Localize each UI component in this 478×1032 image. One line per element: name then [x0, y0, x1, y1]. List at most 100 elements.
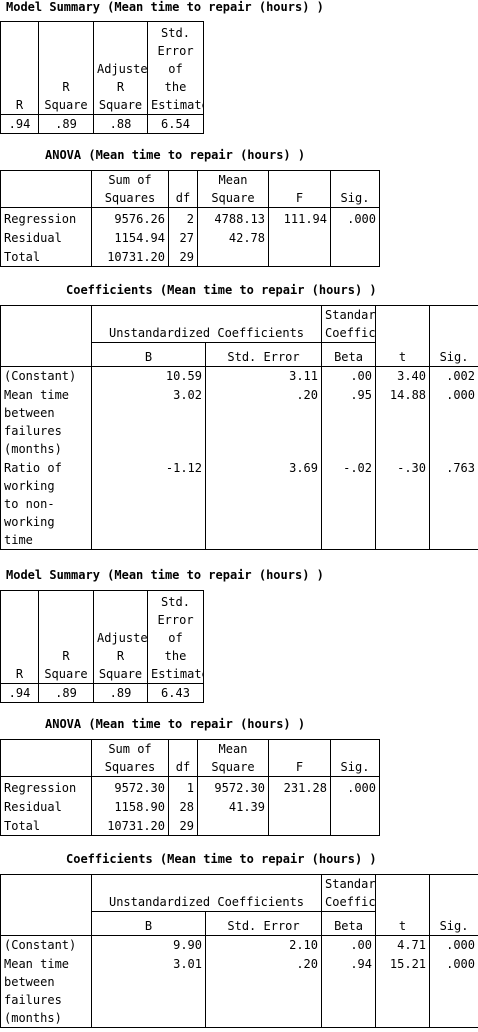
cell-df: 2 [168, 207, 198, 228]
cell-t: 3.40 [375, 366, 430, 386]
cell-df: 27 [168, 227, 198, 247]
cell-r-square: .89 [38, 683, 94, 703]
cell-df: 29 [168, 815, 198, 836]
header-f: F [268, 739, 331, 777]
cell-ms [197, 246, 269, 267]
header-sig: Sig. [429, 305, 478, 367]
cell-f [268, 227, 331, 247]
cell-t: -.30 [375, 458, 430, 550]
table-row: Mean time between failures (months) 3.02 .2… [1, 385, 478, 459]
cell-df: 1 [168, 776, 198, 797]
header-sig: Sig. [429, 874, 478, 936]
cell-f [268, 815, 331, 836]
header-df: df [168, 170, 198, 208]
cell-t: 4.71 [375, 935, 430, 955]
anova-corner [0, 739, 92, 777]
cell-ss: 1154.94 [91, 227, 169, 247]
cell-ms [197, 815, 269, 836]
cell-sig: .000 [330, 207, 380, 228]
table-row: (Constant) 9.90 2.10 .00 4.71 .000 [1, 935, 478, 955]
cell-se: 2.10 [204, 935, 322, 955]
row-label: Total [4, 819, 41, 833]
header-adjusted-r-square: AdjustedRSquare [93, 590, 148, 684]
cell-sig: .000 [330, 776, 380, 797]
coefficients-table-2: Unstandardized Coefficients Standardized… [0, 874, 478, 1028]
header-r-square: R Square [38, 21, 94, 115]
cell-sig [330, 796, 380, 816]
cell-se: .20 [204, 385, 322, 459]
cell-b: 3.01 [91, 954, 206, 1028]
anova-title-1: ANOVA (Mean time to repair (hours) ) [45, 148, 306, 162]
cell-ms: 4788.13 [197, 207, 269, 228]
header-sig: Sig. [330, 739, 380, 777]
row-label: Regression [4, 780, 77, 795]
cell-sig: .000 [429, 385, 478, 459]
cell-r: .94 [8, 686, 31, 700]
cell-beta: .95 [321, 385, 376, 459]
cell-b: -1.12 [91, 458, 206, 550]
header-std-error: Std. Error of the Estimate [147, 590, 204, 684]
cell-t: 15.21 [375, 954, 430, 1028]
cell-ms: 42.78 [197, 227, 269, 247]
cell-b: 3.02 [91, 385, 206, 459]
cell-beta: .94 [321, 954, 376, 1028]
cell-ss: 10731.20 [91, 246, 169, 267]
header-r: R [0, 21, 39, 115]
cell-sig: .763 [429, 458, 478, 550]
anova-table-2: Sum of Squares df Mean Square F Sig. Regre… [0, 739, 380, 836]
coefficients-title-2: Coefficients (Mean time to repair (hours… [66, 852, 377, 866]
row-label: (Constant) [4, 369, 77, 383]
row-label: Mean time between failures (months) [4, 956, 70, 1025]
header-unstandardized: Unstandardized Coefficients [90, 874, 322, 912]
cell-sig: .000 [429, 935, 478, 955]
header-df: df [168, 739, 198, 777]
row-label: Ratio of working to non-working time [4, 460, 62, 547]
coefficients-title-1: Coefficients (Mean time to repair (hours… [66, 283, 377, 297]
header-beta: Beta [321, 911, 376, 936]
cell-se: 3.69 [204, 458, 322, 550]
coef-corner [0, 874, 92, 936]
table-row: Total 10731.20 29 [1, 815, 380, 836]
header-t: t [375, 305, 430, 367]
cell-std-error: 6.43 [147, 683, 204, 703]
table-row: Regression 9572.30 1 9572.30 231.28 .000 [1, 776, 380, 797]
cell-f [268, 246, 331, 267]
cell-beta: .00 [321, 935, 376, 955]
header-std-error: Std. Error [204, 342, 322, 367]
row-label: Mean time between failures (months) [4, 387, 70, 456]
cell-ss: 9572.30 [91, 776, 169, 797]
cell-sig: .002 [429, 366, 478, 386]
model-summary-title-2: Model Summary (Mean time to repair (hour… [6, 568, 324, 582]
table-row: Mean time between failures (months) 3.01 .2… [1, 954, 478, 1028]
header-adjusted-r-square: AdjustedRSquare [93, 21, 148, 115]
header-f: F [268, 170, 331, 208]
cell-adjusted-r-square: .89 [93, 683, 148, 703]
header-r: R [0, 590, 39, 684]
cell-df: 29 [168, 246, 198, 267]
row-label: (Constant) [4, 938, 77, 952]
cell-f [268, 796, 331, 816]
table-row: Total 10731.20 29 [1, 246, 380, 267]
header-standardized: StandardizedCoefficients [321, 305, 376, 343]
row-label: Regression [4, 211, 77, 226]
header-sig: Sig. [330, 170, 380, 208]
anova-table-1: Sum of Squares df Mean Square F Sig. Regre… [0, 170, 380, 267]
cell-t: 14.88 [375, 385, 430, 459]
header-r-square: R Square [38, 590, 94, 684]
model-summary-table-2: R RSquare AdjustedRSquare Std.Errorofthe… [0, 590, 204, 703]
row-label: Total [4, 250, 41, 264]
cell-beta: -.02 [321, 458, 376, 550]
header-sum-of-squares: Sum of Squares [91, 739, 169, 777]
header-standardized: StandardizedCoefficients [321, 874, 376, 912]
cell-ss: 10731.20 [91, 815, 169, 836]
model-summary-title-1: Model Summary (Mean time to repair (hour… [6, 0, 324, 14]
cell-adjusted-r-square: .88 [93, 114, 148, 134]
anova-title-2: ANOVA (Mean time to repair (hours) ) [45, 717, 306, 731]
cell-b: 10.59 [91, 366, 206, 386]
table-row: Regression 9576.26 2 4788.13 111.94 .000 [1, 207, 380, 228]
cell-ss: 1158.90 [91, 796, 169, 816]
header-std-error: Std. Error [204, 911, 322, 936]
cell-sig [330, 815, 380, 836]
cell-b: 9.90 [91, 935, 206, 955]
cell-ss: 9576.26 [91, 207, 169, 228]
